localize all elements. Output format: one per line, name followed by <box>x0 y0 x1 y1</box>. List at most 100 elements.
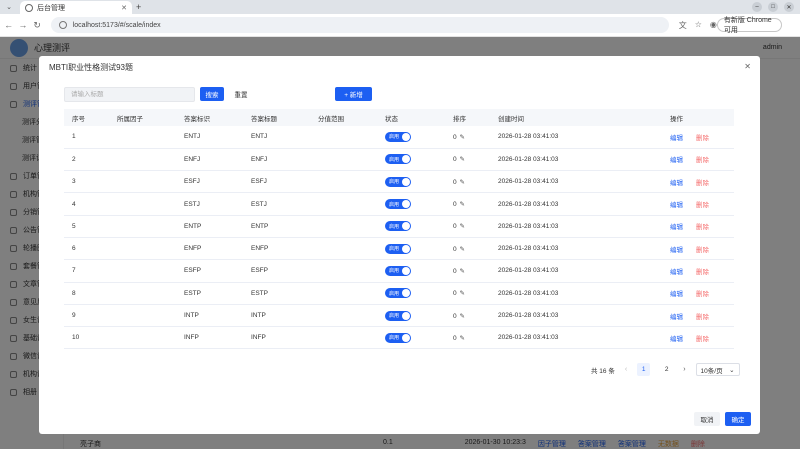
cell-factor <box>109 282 176 305</box>
status-toggle[interactable]: 启用 <box>385 332 411 343</box>
edit-sort-icon[interactable]: ✎ <box>459 246 464 253</box>
edit-button[interactable]: 编辑 <box>670 202 683 209</box>
delete-button[interactable]: 删除 <box>696 247 709 254</box>
cancel-button[interactable]: 取消 <box>694 412 720 426</box>
url-field[interactable]: localhost:5173/#/scale/index <box>50 17 669 33</box>
site-info-icon[interactable] <box>58 21 67 29</box>
page-1[interactable]: 1 <box>637 363 651 376</box>
cell-mark: ESTJ <box>176 192 243 216</box>
edit-sort-icon[interactable]: ✎ <box>459 268 464 275</box>
url-text: localhost:5173/#/scale/index <box>72 21 161 29</box>
status-toggle[interactable]: 启用 <box>385 288 411 299</box>
close-window-icon[interactable]: ✕ <box>784 2 794 12</box>
status-toggle[interactable]: 启用 <box>385 310 411 321</box>
cell-created: 2026-01-28 03:41:03 <box>490 126 640 149</box>
delete-button[interactable]: 删除 <box>696 314 709 321</box>
cell-mark: ESFJ <box>176 170 243 194</box>
cell-actions: 编辑 删除 <box>640 282 734 305</box>
status-toggle[interactable]: 启用 <box>385 221 411 232</box>
col-title: 答案标题 <box>243 109 310 126</box>
edit-button[interactable]: 编辑 <box>670 247 683 254</box>
edit-button[interactable]: 编辑 <box>670 269 683 276</box>
edit-button[interactable]: 编辑 <box>670 135 683 142</box>
page-size-value: 10条/页 <box>700 367 723 375</box>
reload-icon[interactable]: ↻ <box>31 20 42 31</box>
edit-sort-icon[interactable]: ✎ <box>459 223 464 230</box>
profile-icon[interactable]: ◉ <box>710 20 717 31</box>
cell-status: 启用 <box>377 192 445 216</box>
minimize-icon[interactable]: – <box>752 2 762 12</box>
close-icon[interactable]: ✕ <box>744 62 751 71</box>
edit-button[interactable]: 编辑 <box>670 291 683 298</box>
status-toggle[interactable]: 启用 <box>385 265 411 276</box>
edit-sort-icon[interactable]: ✎ <box>459 290 464 297</box>
status-toggle[interactable]: 启用 <box>385 243 411 254</box>
toggle-knob <box>402 177 410 186</box>
edit-button[interactable]: 编辑 <box>670 157 683 164</box>
delete-button[interactable]: 删除 <box>696 336 709 343</box>
status-toggle[interactable]: 启用 <box>385 176 411 187</box>
toggle-label: 启用 <box>389 246 400 253</box>
toggle-label: 启用 <box>389 201 400 208</box>
translate-icon[interactable]: 文 <box>679 20 687 31</box>
col-mark: 答案标识 <box>176 109 243 126</box>
cell-status: 启用 <box>377 326 445 350</box>
sort-value: 0 <box>453 245 457 253</box>
tab-menu-icon[interactable]: ⌄ <box>2 1 16 13</box>
cell-factor <box>109 148 176 172</box>
bookmark-star-icon[interactable]: ☆ <box>695 20 702 31</box>
edit-sort-icon[interactable]: ✎ <box>459 201 464 208</box>
page-size-select[interactable]: 10条/页 ⌄ <box>695 363 740 376</box>
cell-no: 3 <box>64 170 109 194</box>
cell-factor <box>109 192 176 216</box>
back-icon[interactable]: ← <box>3 20 14 30</box>
cell-title: ESTJ <box>243 192 310 216</box>
edit-sort-icon[interactable]: ✎ <box>459 134 464 141</box>
close-tab-icon[interactable]: ✕ <box>121 4 127 12</box>
reset-button[interactable]: 重置 <box>228 87 254 101</box>
status-toggle[interactable]: 启用 <box>385 154 411 165</box>
delete-button[interactable]: 删除 <box>696 135 709 142</box>
table-row: 3 ESFJ ESFJ 启用 0 ✎ 2026-01-28 03:41:03 编辑 删除 <box>64 170 734 194</box>
search-input[interactable] <box>64 87 195 102</box>
edit-sort-icon[interactable]: ✎ <box>459 179 464 186</box>
cell-title: ENFJ <box>243 148 310 172</box>
edit-sort-icon[interactable]: ✎ <box>459 313 464 320</box>
status-toggle[interactable]: 启用 <box>385 131 411 142</box>
delete-button[interactable]: 删除 <box>696 291 709 298</box>
table-row: 10 INFP INFP 启用 0 ✎ 2026-01-28 03:41:03 编辑 删除 <box>64 326 734 350</box>
delete-button[interactable]: 删除 <box>696 269 709 276</box>
add-button[interactable]: + 新增 <box>335 87 372 101</box>
page-2[interactable]: 2 <box>660 363 673 376</box>
cell-no: 7 <box>64 259 109 283</box>
edit-button[interactable]: 编辑 <box>670 180 683 187</box>
edit-sort-icon[interactable]: ✎ <box>459 156 464 163</box>
delete-button[interactable]: 删除 <box>696 202 709 209</box>
delete-button[interactable]: 删除 <box>696 157 709 164</box>
status-toggle[interactable]: 启用 <box>385 199 411 210</box>
cell-title: ESFP <box>243 259 310 283</box>
browser-tab[interactable]: 后台管理 ✕ <box>20 1 132 14</box>
prev-page-icon[interactable]: ‹ <box>625 366 627 373</box>
answers-dialog: MBTI职业性格测试93题 ✕ 搜索 重置 + 新增 序号 所属因子 答案标识 … <box>39 56 760 434</box>
cell-sort: 0 ✎ <box>445 282 490 305</box>
delete-button[interactable]: 删除 <box>696 224 709 231</box>
window-controls: – □ ✕ <box>752 2 794 12</box>
new-tab-icon[interactable]: + <box>136 2 141 12</box>
chrome-update-button[interactable]: 有新版 Chrome 可用 <box>716 17 783 34</box>
cell-sort: 0 ✎ <box>445 148 490 172</box>
cell-sort: 0 ✎ <box>445 237 490 261</box>
sort-value: 0 <box>453 267 457 275</box>
edit-button[interactable]: 编辑 <box>670 224 683 231</box>
next-page-icon[interactable]: › <box>683 366 685 373</box>
edit-button[interactable]: 编辑 <box>670 336 683 343</box>
search-button[interactable]: 搜索 <box>200 87 224 101</box>
maximize-icon[interactable]: □ <box>768 2 778 12</box>
confirm-button[interactable]: 确定 <box>725 412 751 426</box>
edit-sort-icon[interactable]: ✎ <box>459 335 464 342</box>
delete-button[interactable]: 删除 <box>696 180 709 187</box>
answers-table: 序号 所属因子 答案标识 答案标题 分值范围 状态 排序 创建时间 操作 1 EN… <box>64 109 734 350</box>
cell-status: 启用 <box>377 282 445 305</box>
forward-icon[interactable]: → <box>17 20 28 30</box>
edit-button[interactable]: 编辑 <box>670 314 683 321</box>
